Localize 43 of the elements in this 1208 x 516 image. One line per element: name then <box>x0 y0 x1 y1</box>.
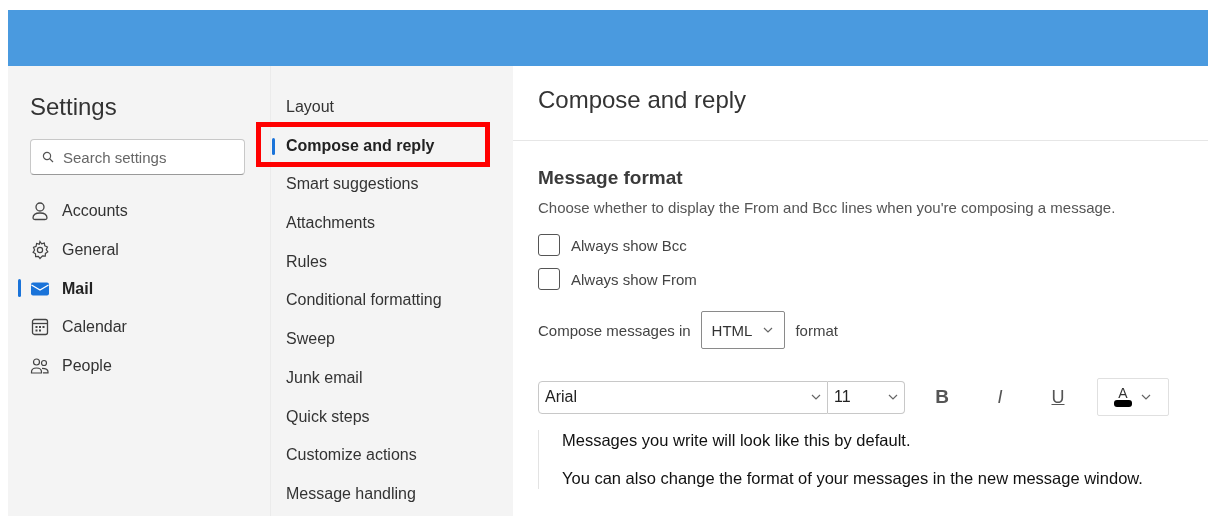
font-size-dropdown[interactable]: 11 <box>828 380 905 414</box>
settings-nav-item[interactable]: Accounts <box>8 192 270 231</box>
checkbox-label: Always show Bcc <box>571 236 687 254</box>
checkbox[interactable] <box>538 234 560 256</box>
underline-button[interactable]: U <box>1029 380 1087 414</box>
italic-button[interactable]: I <box>971 380 1029 414</box>
compose-format-label: Compose messages in <box>538 321 691 339</box>
preview-text: You can also change the format of your messages in the new message window. <box>562 468 1144 489</box>
category-item[interactable]: Conditional formatting <box>271 281 513 321</box>
category-item[interactable]: Quick steps <box>271 397 513 437</box>
checkbox-row[interactable]: Always show From <box>538 262 1208 296</box>
compose-format-suffix: format <box>795 321 838 339</box>
settings-nav-item[interactable]: General <box>8 230 270 270</box>
gear-icon <box>30 240 50 261</box>
settings-nav-item[interactable]: People <box>8 346 270 386</box>
checkbox[interactable] <box>538 268 560 290</box>
preview-text: Messages you write will look like this by default. <box>562 430 912 451</box>
font-color-button[interactable]: A <box>1097 378 1169 416</box>
font-dropdown[interactable]: Arial <box>538 380 828 414</box>
category-item[interactable]: Customize actions <box>271 436 513 475</box>
category-item[interactable]: Attachments <box>271 204 513 243</box>
calendar-icon <box>30 317 50 338</box>
format-dropdown[interactable]: HTML <box>700 311 786 349</box>
settings-nav-item[interactable]: Calendar <box>8 308 270 347</box>
category-item[interactable]: Junk email <box>271 358 513 398</box>
category-item[interactable]: Message handling <box>271 474 513 514</box>
person-icon <box>30 201 50 222</box>
page-title: Compose and reply <box>538 85 747 114</box>
settings-title: Settings <box>30 92 118 122</box>
search-icon <box>42 151 54 163</box>
category-item[interactable]: Smart suggestions <box>271 165 513 205</box>
section-description: Choose whether to display the From and Bcc lines when you're composing a message. <box>538 199 1117 218</box>
category-item[interactable]: Rules <box>271 242 513 282</box>
search-field[interactable]: Search settings <box>30 139 245 175</box>
category-item[interactable]: Sweep <box>271 320 513 359</box>
people-icon <box>30 356 50 377</box>
checkbox-row[interactable]: Always show Bcc <box>538 228 1208 262</box>
section-heading: Message format <box>538 166 684 190</box>
category-item[interactable]: Layout <box>271 88 513 127</box>
category-item[interactable]: Compose and reply <box>271 126 513 166</box>
checkbox-label: Always show From <box>571 270 697 288</box>
bold-button[interactable]: B <box>913 380 971 414</box>
settings-nav-item[interactable]: Mail <box>8 269 270 309</box>
